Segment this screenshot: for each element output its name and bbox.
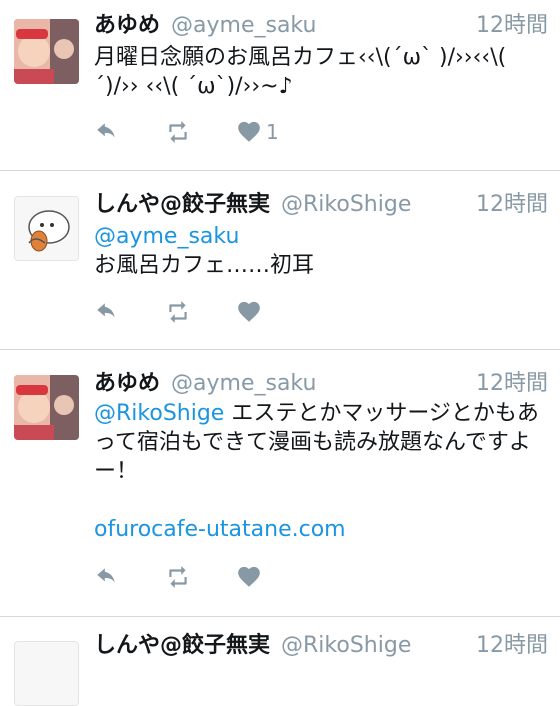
- retweet-button[interactable]: [165, 564, 191, 590]
- like-count: 1: [266, 120, 279, 144]
- retweet-icon: [169, 121, 187, 143]
- author-handle[interactable]: @RikoShige: [281, 633, 411, 658]
- tweet-header: しんや@餃子無実 @RikoShige 12時間: [94, 190, 548, 220]
- heart-icon: [238, 121, 260, 142]
- mention-link[interactable]: @RikoShige: [94, 401, 224, 426]
- tweet-text: 月曜日念願のお風呂カフェ‹‹\(´ω` )/››‹‹\( ´)/›› ‹‹\( …: [94, 45, 507, 99]
- avatar[interactable]: [14, 196, 79, 261]
- avatar-image: [15, 197, 78, 260]
- url-link[interactable]: ofurocafe-utatane.com: [94, 517, 346, 542]
- timestamp[interactable]: 12時間: [476, 190, 548, 220]
- avatar[interactable]: [14, 375, 79, 440]
- retweet-button[interactable]: [165, 119, 191, 145]
- reply-button[interactable]: [94, 299, 120, 325]
- like-button[interactable]: [236, 564, 262, 590]
- timestamp[interactable]: 12時間: [476, 11, 548, 41]
- avatar-image: [14, 19, 79, 84]
- tweet-actions: [94, 299, 262, 325]
- avatar[interactable]: [14, 19, 79, 84]
- mention-link[interactable]: @ayme_saku: [94, 224, 239, 249]
- author-handle[interactable]: @ayme_saku: [171, 371, 316, 396]
- tweet-actions: 1: [94, 119, 279, 145]
- author-name[interactable]: あゆめ: [94, 371, 160, 396]
- like-button[interactable]: 1: [236, 119, 279, 145]
- reply-icon: [97, 568, 115, 583]
- tweet-header: あゆめ @ayme_saku 12時間: [94, 11, 548, 41]
- tweet[interactable]: あゆめ @ayme_saku 12時間 月曜日念願のお風呂カフェ‹‹\(´ω` …: [0, 0, 560, 171]
- reply-icon: [97, 303, 115, 318]
- tweet-body: @RikoShige エステとかマッサージとかもあって宿泊もできて漫画も読み放題…: [94, 399, 548, 544]
- reply-icon: [97, 123, 115, 138]
- retweet-icon: [169, 301, 187, 323]
- reply-button[interactable]: [94, 119, 120, 145]
- tweet[interactable]: しんや@餃子無実 @RikoShige 12時間: [0, 617, 560, 706]
- tweet[interactable]: しんや@餃子無実 @RikoShige 12時間 @ayme_saku お風呂カ…: [0, 171, 560, 350]
- tweet-header: しんや@餃子無実 @RikoShige 12時間: [94, 631, 548, 661]
- retweet-button[interactable]: [165, 299, 191, 325]
- timestamp[interactable]: 12時間: [476, 369, 548, 399]
- author-handle[interactable]: @ayme_saku: [171, 13, 316, 38]
- tweet[interactable]: あゆめ @ayme_saku 12時間 @RikoShige エステとかマッサー…: [0, 350, 560, 617]
- author-name[interactable]: しんや@餃子無実: [94, 633, 270, 658]
- author-name[interactable]: しんや@餃子無実: [94, 192, 270, 217]
- tweet-header: あゆめ @ayme_saku 12時間: [94, 369, 548, 399]
- author-name[interactable]: あゆめ: [94, 13, 160, 38]
- retweet-icon: [169, 566, 187, 588]
- avatar-image: [14, 375, 79, 440]
- author-handle[interactable]: @RikoShige: [281, 192, 411, 217]
- timestamp[interactable]: 12時間: [476, 631, 548, 661]
- tweet-body: @ayme_saku お風呂カフェ……初耳: [94, 222, 548, 280]
- heart-icon: [238, 566, 260, 587]
- tweet-text: お風呂カフェ……初耳: [94, 253, 315, 278]
- like-button[interactable]: [236, 299, 262, 325]
- tweet-actions: [94, 564, 262, 590]
- reply-button[interactable]: [94, 564, 120, 590]
- heart-icon: [238, 301, 260, 322]
